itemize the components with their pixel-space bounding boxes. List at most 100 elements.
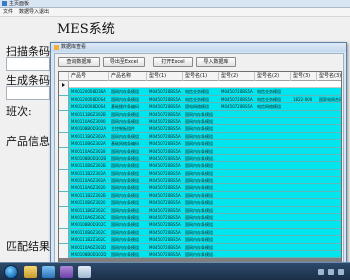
tray-volume-icon[interactable] xyxy=(328,269,334,275)
row-selector[interactable] xyxy=(59,147,69,155)
table-cell[interactable]: M0450720BS5A xyxy=(147,118,183,125)
table-cell[interactable]: 国网内存条模组 xyxy=(183,184,219,191)
table-cell[interactable]: 国网内存条模组 xyxy=(109,96,147,103)
table-row[interactable]: MX0110A6Z302A 国网内存条模组 M0450720BS5A 国网内存条模组 xyxy=(59,177,341,185)
table-cell[interactable]: 国网内存条模组 xyxy=(183,118,219,125)
table-cell[interactable] xyxy=(255,207,291,214)
table-cell[interactable] xyxy=(317,148,341,155)
table-cell[interactable] xyxy=(219,140,255,147)
table-cell[interactable]: MX0110A6Z302C xyxy=(69,214,109,221)
table-cell[interactable] xyxy=(317,111,341,118)
table-cell[interactable]: 国电网络模组 xyxy=(183,103,219,110)
table-cell[interactable]: M0450720BS5A xyxy=(147,251,183,258)
table-cell[interactable]: MX0110A6Z302A xyxy=(69,177,109,184)
table-cell[interactable]: 电信网络模组 xyxy=(255,103,291,110)
table-cell[interactable] xyxy=(255,192,291,199)
table-row[interactable]: MX0111B6Z302C 国网内存条模组 M0450720BS5A 国网内存条模组 xyxy=(59,206,341,215)
table-cell[interactable] xyxy=(69,81,109,88)
row-selector[interactable] xyxy=(59,125,69,133)
row-selector[interactable] xyxy=(59,103,69,111)
table-cell[interactable] xyxy=(317,207,341,214)
table-cell[interactable] xyxy=(255,133,291,140)
table-cell[interactable]: 国网内存条模组 xyxy=(183,214,219,221)
table-cell[interactable] xyxy=(317,214,341,221)
row-selector[interactable] xyxy=(59,110,69,118)
table-cell[interactable]: M0450720BS5A xyxy=(147,177,183,184)
column-header-model-name-2[interactable]: 型号名(2) xyxy=(255,72,291,81)
table-cell[interactable]: 国网内存条模组 xyxy=(109,155,147,162)
table-cell[interactable]: M0450720BS5A xyxy=(219,96,255,103)
table-cell[interactable]: 国网内存条模组 xyxy=(183,133,219,140)
table-row[interactable]: MX0110A6Z3028 国网内存条模组 M0450720BS5A 国网内存条模组 xyxy=(59,147,341,155)
explorer-icon[interactable] xyxy=(24,266,37,278)
table-cell[interactable]: MX0110B6Z302A xyxy=(69,140,109,147)
table-cell[interactable] xyxy=(317,229,341,236)
table-cell[interactable]: 国网内存条模组 xyxy=(183,148,219,155)
table-cell[interactable] xyxy=(219,155,255,162)
table-cell[interactable] xyxy=(219,199,255,206)
table-cell[interactable]: 国网内存条模组 xyxy=(109,111,147,118)
table-row[interactable]: MX0110A6Z3000 国网内存条模组 M0450720BS5A 国网内存条模组 xyxy=(59,117,341,126)
table-cell[interactable] xyxy=(291,207,317,214)
table-cell[interactable] xyxy=(219,207,255,214)
row-selector[interactable] xyxy=(59,214,69,222)
table-cell[interactable] xyxy=(291,199,317,206)
table-cell[interactable] xyxy=(255,111,291,118)
column-header-product-name[interactable]: 产品名称 xyxy=(109,72,147,81)
table-cell[interactable] xyxy=(317,118,341,125)
table-cell[interactable]: 国网内存条模组 xyxy=(183,199,219,206)
table-row[interactable] xyxy=(59,81,341,89)
table-cell[interactable] xyxy=(317,88,341,95)
table-cell[interactable]: MX0111B6Z302B xyxy=(69,111,109,118)
table-cell[interactable] xyxy=(317,81,341,88)
table-cell[interactable] xyxy=(219,111,255,118)
table-cell[interactable] xyxy=(255,244,291,251)
table-cell[interactable] xyxy=(219,162,255,169)
row-selector[interactable] xyxy=(59,132,69,140)
table-cell[interactable]: MX0120008D0S4 xyxy=(69,103,109,110)
table-cell[interactable] xyxy=(291,103,317,110)
table-cell[interactable] xyxy=(255,170,291,177)
table-cell[interactable] xyxy=(255,148,291,155)
table-cell[interactable]: MX0110A6Z3000 xyxy=(69,118,109,125)
table-cell[interactable]: MX0111B2Z302B xyxy=(69,192,109,199)
table-cell[interactable]: 国网内存条模组 xyxy=(183,251,219,258)
table-cell[interactable]: M0450720BS5A xyxy=(147,133,183,140)
row-selector[interactable] xyxy=(59,162,69,170)
table-cell[interactable] xyxy=(317,140,341,147)
table-cell[interactable] xyxy=(183,81,219,88)
table-cell[interactable] xyxy=(317,103,341,110)
table-cell[interactable]: 电信业务模组 xyxy=(255,96,291,103)
tray-network-icon[interactable] xyxy=(318,269,324,275)
table-cell[interactable]: M0450720BS5A xyxy=(219,103,255,110)
table-cell[interactable]: M0450720BS5A xyxy=(147,192,183,199)
table-row[interactable]: MX0108B0D302A 主控制板组件 M0450720BS5A 国网内存条模组 xyxy=(59,125,341,133)
visual-studio-icon[interactable] xyxy=(60,266,73,278)
table-cell[interactable] xyxy=(317,244,341,251)
generate-barcode-input[interactable] xyxy=(6,86,50,100)
table-row[interactable]: MX0111B6Z302A 国网内存条模组 M0450720BS5A 国网内存条模组 xyxy=(59,132,341,141)
table-cell[interactable] xyxy=(109,81,147,88)
row-selector[interactable] xyxy=(59,140,69,148)
table-cell[interactable]: M0450720BS5A xyxy=(147,88,183,95)
table-cell[interactable] xyxy=(291,118,317,125)
row-selector[interactable] xyxy=(59,236,69,244)
row-selector[interactable] xyxy=(59,206,69,214)
table-cell[interactable]: M0450720BS5A xyxy=(147,229,183,236)
table-cell[interactable]: 国网内存条模组 xyxy=(109,118,147,125)
table-row[interactable]: MX0111B2Z302C 国网内存条模组 M0450720BS5A 国网内存条模组 xyxy=(59,236,341,244)
table-cell[interactable] xyxy=(291,111,317,118)
table-cell[interactable] xyxy=(291,155,317,162)
table-cell[interactable] xyxy=(219,81,255,88)
table-cell[interactable] xyxy=(291,184,317,191)
table-cell[interactable]: M0450720BS5A xyxy=(219,88,255,95)
table-cell[interactable] xyxy=(291,88,317,95)
table-cell[interactable] xyxy=(291,133,317,140)
column-header-product-no[interactable]: 产品号 xyxy=(69,72,109,81)
table-row[interactable]: MX0110B6Z302A 基础网络条编码 M0450720BS5A 国网内存条模组 xyxy=(59,140,341,148)
table-cell[interactable]: 国网内存条模组 xyxy=(109,192,147,199)
table-cell[interactable]: 国网内存条模组 xyxy=(109,133,147,140)
table-row[interactable]: MX0120008D36A 国网内存条模组 M0450720BS5A 电信业务模组 M0… xyxy=(59,88,341,96)
table-cell[interactable] xyxy=(219,133,255,140)
table-cell[interactable]: MX0110A6Z302D xyxy=(69,244,109,251)
